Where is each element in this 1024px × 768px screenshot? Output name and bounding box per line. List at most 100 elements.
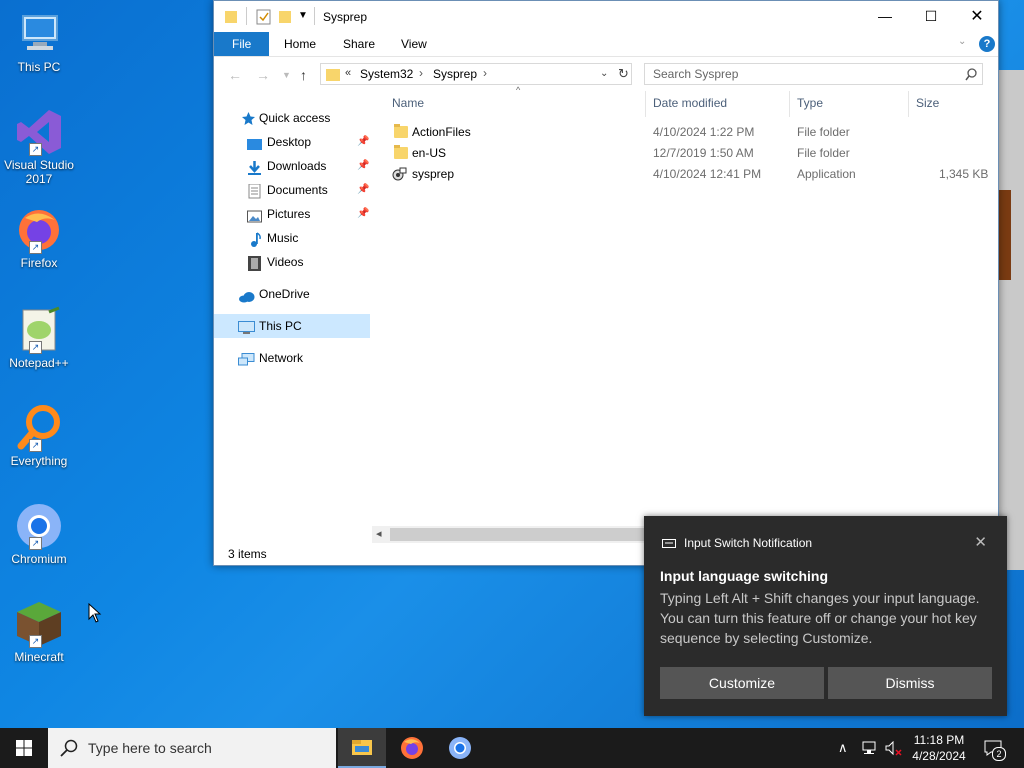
- taskbar-file-explorer[interactable]: [338, 728, 386, 768]
- desktop-icon-visual-studio[interactable]: ↗ Visual Studio 2017: [0, 108, 78, 186]
- new-folder-icon[interactable]: [278, 8, 292, 25]
- firefox-icon: [401, 737, 423, 759]
- input-switch-notification[interactable]: Input Switch Notification ✕ Input langua…: [644, 516, 1007, 716]
- table-row[interactable]: ActionFiles 4/10/2024 1:22 PM File folde…: [372, 122, 998, 143]
- nav-item-this-pc[interactable]: This PC: [214, 314, 370, 338]
- tab-file[interactable]: File: [214, 32, 270, 56]
- nav-item-onedrive[interactable]: OneDrive: [214, 282, 370, 306]
- search-input[interactable]: Search Sysprep: [644, 63, 983, 85]
- toolbar-divider: [314, 7, 315, 25]
- column-divider[interactable]: [789, 91, 790, 117]
- scroll-left-arrow-icon[interactable]: ◂: [376, 527, 382, 540]
- breadcrumb-separator-icon[interactable]: ›: [483, 66, 487, 80]
- notification-close-icon[interactable]: ✕: [974, 533, 987, 551]
- search-placeholder: Search Sysprep: [653, 67, 739, 81]
- nav-item-pictures[interactable]: Pictures 📌: [214, 202, 370, 226]
- network-tray-icon[interactable]: [862, 728, 882, 768]
- nav-item-music[interactable]: Music: [214, 226, 370, 250]
- column-divider[interactable]: [908, 91, 909, 117]
- breadcrumb-separator-icon[interactable]: ›: [419, 66, 423, 80]
- customize-toolbar-chevron-icon[interactable]: ▼: [298, 10, 308, 27]
- forward-arrow-icon[interactable]: →: [256, 67, 270, 83]
- minecraft-icon: ↗: [15, 600, 63, 648]
- nav-item-videos[interactable]: Videos: [214, 250, 370, 274]
- nav-item-desktop[interactable]: Desktop 📌: [214, 130, 370, 154]
- clock-date: 4/28/2024: [912, 749, 966, 763]
- tab-home[interactable]: Home: [272, 32, 328, 56]
- taskbar-clock[interactable]: 11:18 PM 4/28/2024: [906, 732, 972, 764]
- chromium-icon: ↗: [15, 502, 63, 550]
- folder-icon: [394, 145, 408, 159]
- taskbar-chromium[interactable]: [436, 728, 484, 768]
- title-bar[interactable]: ▼ Sysprep — ☐ ✕: [214, 1, 998, 32]
- nav-label: Quick access: [259, 111, 331, 125]
- pin-icon[interactable]: 📌: [357, 154, 369, 178]
- column-header-date-modified[interactable]: Date modified: [653, 96, 727, 110]
- onedrive-cloud-icon: [238, 287, 255, 303]
- search-icon: [965, 68, 977, 81]
- pin-icon[interactable]: 📌: [357, 130, 369, 154]
- refresh-icon[interactable]: ↻: [618, 66, 629, 82]
- address-row: ← → ▼ ↑ « System32 › Sysprep › ⌄ ↻ Searc…: [214, 57, 998, 91]
- file-name: ActionFiles: [412, 125, 471, 139]
- nav-item-downloads[interactable]: Downloads 📌: [214, 154, 370, 178]
- application-gear-icon: [391, 167, 407, 189]
- desktop-icon-firefox[interactable]: ↗ Firefox: [0, 206, 78, 270]
- nav-label: This PC: [259, 319, 302, 333]
- action-center-button[interactable]: 2: [980, 728, 1010, 768]
- address-bar[interactable]: « System32 › Sysprep › ⌄ ↻: [320, 63, 632, 85]
- close-button[interactable]: ✕: [954, 1, 1000, 32]
- show-hidden-icons-chevron-icon[interactable]: ∧: [838, 728, 854, 768]
- pin-icon[interactable]: 📌: [357, 178, 369, 202]
- desktop-icon-notepad-plus-plus[interactable]: ↗ Notepad++: [0, 306, 78, 370]
- help-icon[interactable]: ?: [979, 36, 995, 52]
- recent-locations-chevron-icon[interactable]: ▼: [282, 70, 291, 80]
- table-row[interactable]: sysprep 4/10/2024 12:41 PM Application 1…: [372, 164, 998, 185]
- breadcrumb-system32[interactable]: System32: [360, 67, 413, 81]
- breadcrumb-sysprep[interactable]: Sysprep: [433, 67, 477, 81]
- nav-item-quick-access[interactable]: Quick access: [214, 106, 370, 130]
- properties-icon[interactable]: [256, 8, 272, 25]
- file-type: Application: [797, 167, 856, 181]
- nav-label: Network: [259, 351, 304, 365]
- expand-ribbon-chevron-icon[interactable]: ⌄: [958, 36, 966, 47]
- computer-icon: [15, 10, 63, 58]
- tab-share[interactable]: Share: [331, 32, 387, 56]
- tab-view[interactable]: View: [389, 32, 439, 56]
- taskbar-search-box[interactable]: Type here to search: [48, 728, 336, 768]
- desktop-icon-label: Everything: [10, 454, 68, 468]
- file-explorer-window[interactable]: ▼ Sysprep — ☐ ✕ File Home Share View ⌄ ?…: [213, 0, 1000, 566]
- column-divider[interactable]: [645, 91, 646, 117]
- table-row[interactable]: en-US 12/7/2019 1:50 AM File folder: [372, 143, 998, 164]
- column-header-name[interactable]: Name: [392, 96, 424, 110]
- file-list-pane[interactable]: ^ Name Date modified Type Size ActionFil…: [372, 85, 998, 543]
- desktop-icon-label: Firefox: [20, 256, 58, 270]
- desktop-icon-this-pc[interactable]: This PC: [0, 10, 78, 74]
- nav-item-documents[interactable]: Documents 📌: [214, 178, 370, 202]
- scrollbar-thumb[interactable]: [390, 528, 660, 541]
- ribbon: File Home Share View ⌄ ?: [214, 32, 998, 57]
- desktop-icon-chromium[interactable]: ↗ Chromium: [0, 502, 78, 566]
- desktop-icon-everything[interactable]: ↗ Everything: [0, 404, 78, 468]
- dismiss-button[interactable]: Dismiss: [828, 667, 992, 699]
- column-header-size[interactable]: Size: [916, 96, 939, 110]
- customize-button[interactable]: Customize: [660, 667, 824, 699]
- breadcrumb-overflow[interactable]: «: [345, 67, 351, 79]
- desktop-icon-minecraft[interactable]: ↗ Minecraft: [0, 600, 78, 664]
- nav-item-network[interactable]: Network: [214, 346, 370, 370]
- taskbar-firefox[interactable]: [388, 728, 436, 768]
- file-date: 4/10/2024 1:22 PM: [653, 125, 755, 139]
- maximize-button[interactable]: ☐: [908, 1, 954, 32]
- pin-icon[interactable]: 📌: [357, 202, 369, 226]
- back-arrow-icon[interactable]: ←: [228, 67, 242, 83]
- minimize-button[interactable]: —: [862, 1, 908, 32]
- start-button[interactable]: [0, 728, 48, 768]
- file-name: sysprep: [412, 167, 455, 181]
- up-arrow-icon[interactable]: ↑: [300, 67, 307, 83]
- column-header-type[interactable]: Type: [797, 96, 823, 110]
- sort-ascending-chevron-icon: ^: [516, 85, 521, 95]
- volume-muted-icon[interactable]: [885, 728, 905, 768]
- nav-label: OneDrive: [259, 287, 310, 301]
- file-type: File folder: [797, 125, 850, 139]
- address-dropdown-chevron-icon[interactable]: ⌄: [600, 68, 608, 79]
